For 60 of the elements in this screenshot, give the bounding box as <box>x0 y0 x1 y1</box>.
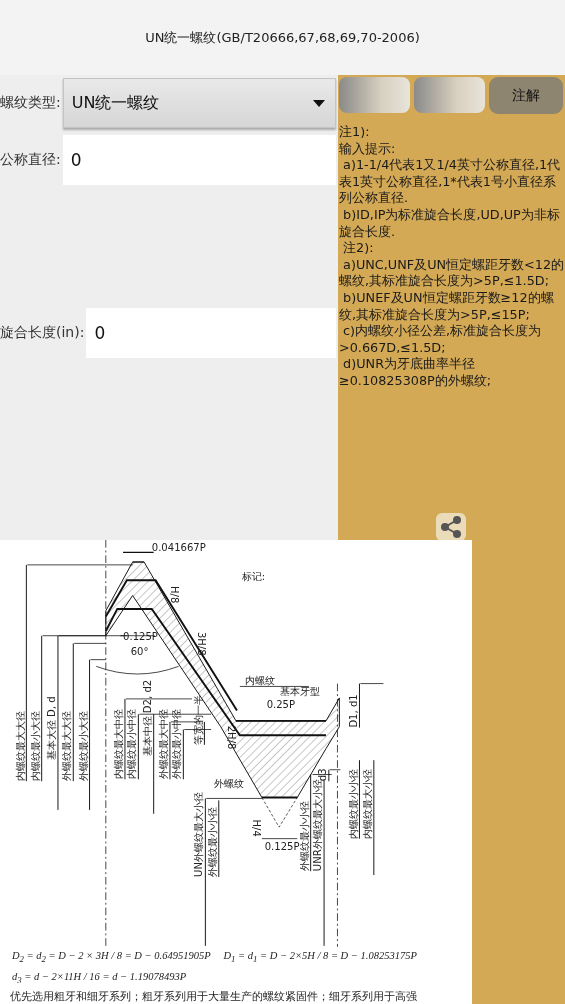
dimension-label: 外螺纹最小小径 <box>206 806 218 877</box>
dimension-label: H/4 <box>251 819 263 837</box>
field-label: 公称直径: <box>0 151 61 169</box>
note-text: 注2): <box>342 240 375 257</box>
share-icon[interactable] <box>436 513 466 541</box>
dimension-label: D1, d1 <box>347 694 359 728</box>
input-field[interactable]: 0 <box>86 308 336 358</box>
dimension-label: 60° <box>130 645 149 657</box>
dimension-label: H/8 <box>168 585 180 604</box>
dimension-line <box>137 713 139 780</box>
dimension-line <box>182 729 184 780</box>
dimension-line <box>328 769 330 782</box>
photo-placeholder[interactable] <box>339 77 410 113</box>
caption-text: 优先选用粗牙和细牙系列；粗牙系列用于大量生产的螺纹紧固件；细牙系列用于高强 <box>10 990 418 1004</box>
dimension-label: 标记: <box>241 571 266 583</box>
dimension-label: 内螺纹 <box>244 674 275 686</box>
dimension-label: 内螺纹最小小径 <box>347 768 359 839</box>
note-text: b)ID,IP为标准旋合长度,UD,UP为非标旋合长度. <box>339 206 561 241</box>
dimension-label: 2H/8 <box>226 725 238 750</box>
dimension-label: 基本中径 D2, d2 <box>141 679 153 757</box>
thread-type-dropdown[interactable]: UN统一螺纹 <box>62 78 336 128</box>
dimension-label: 外螺纹最小中径 <box>171 709 183 780</box>
dimension-line <box>203 721 205 746</box>
note-text: a)1-1/4代表1又1/4英寸公称直径,1代表1英寸公称直径,1*代表1号小直径系列公称直径. <box>339 157 562 207</box>
dimension-label: 内螺纹最小大径 <box>29 711 41 782</box>
note-text: a)UNC,UNF及UN恒定螺距牙数<12的螺纹,其标准旋合长度为>5P,≤1.5D; <box>339 256 565 290</box>
dimension-line <box>359 683 360 729</box>
caret-icon <box>313 99 325 107</box>
field-label: 旋合长度(in): <box>0 324 85 342</box>
note-text: 输入提示: <box>339 140 397 158</box>
page-title: UN统一螺纹(GB/T20666,67,68,69,70-2006) <box>145 28 420 47</box>
dimension-label: 外螺纹最大大径 <box>61 711 73 782</box>
dimension-label: 0.041667P <box>151 542 206 554</box>
formula-text: D$_{2}$ = d$_{2}$ = D − 2 × 3H / 8 = D − 0.64951905P D$_{1}$ = d$_{1}$ = D − 2×5H / 8 = D − 1.08253175P <box>12 948 417 966</box>
photo-placeholder[interactable] <box>414 77 485 113</box>
dimension-label: UN外螺纹最大小径 <box>193 792 205 877</box>
dimension-label: d3 <box>317 768 328 782</box>
dimension-label: 基本牙型 <box>280 686 321 698</box>
formula-text: d$_{3}$ = d − 2×11H / 16 = d − 1.19078493P <box>12 969 187 987</box>
dimension-label: 内螺纹最大大径 <box>14 711 26 782</box>
dimension-label: 内螺纹最小中径 <box>126 709 138 780</box>
dimension-label: 外螺纹 <box>214 777 244 789</box>
dimension-label: 0.25P <box>266 699 296 711</box>
field-label: 螺纹类型: <box>0 94 61 112</box>
dimension-label: 内螺纹最大小径 <box>361 768 373 839</box>
dimension-label: UNR外螺纹最大小径 <box>312 779 324 872</box>
dimension-label: 3H/8 <box>195 631 207 656</box>
note-text: 注1): <box>339 124 371 141</box>
note-text: b)UNEF及UN恒定螺距牙数≥12的螺纹,其标准旋合长度为>5P,≤15P; <box>339 289 555 324</box>
dimension-label: 0.125P <box>264 841 300 853</box>
dimension-line <box>169 721 171 780</box>
dimension-label: 基本大径 D, d <box>46 696 58 761</box>
dimension-label: 外螺纹最小大径 <box>77 711 89 782</box>
notes-button[interactable]: 注解 <box>489 77 563 114</box>
dimension-label: 内螺纹最大中径 <box>113 709 125 780</box>
note-text: c)内螺纹小径公差,标准旋合长度为>0.667D,≤1.5D; <box>339 323 543 357</box>
note-text: d)UNR为牙底曲率半径≥0.10825308P的外螺纹; <box>339 356 493 390</box>
input-field[interactable]: 0 <box>62 135 336 185</box>
dimension-label: 等宽的一半 <box>192 694 204 745</box>
dimension-label: 外螺纹最大中径 <box>158 709 170 780</box>
